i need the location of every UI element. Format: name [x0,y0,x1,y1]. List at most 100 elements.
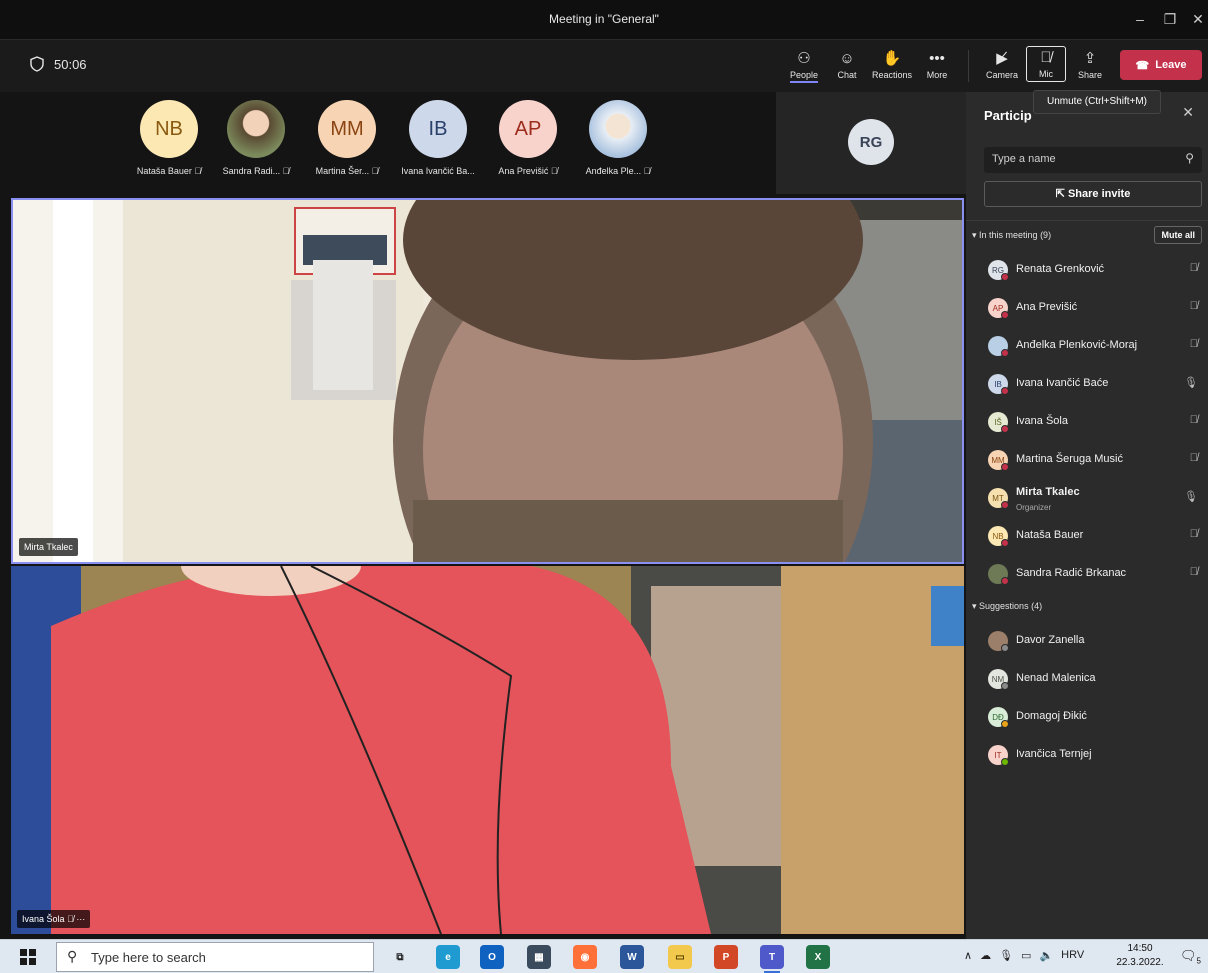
taskbar: ⚲ Type here to search ⧉ e O ▦ ◉ W ▭ P T X ∧ ☁ 🎙 ▭… [0,939,1208,973]
taskbar-search-input[interactable]: ⚲ Type here to search [56,942,374,972]
close-icon[interactable]: ✕ [1186,9,1208,29]
avatar-photo [227,100,285,158]
notification-count: 5 [1196,956,1201,966]
network-icon[interactable]: ▭ [1021,949,1031,962]
avatar: NB [140,100,198,158]
mic-on-icon[interactable]: 🎙 [1184,376,1198,389]
mute-all-button[interactable]: Mute all [1154,226,1202,244]
video-secondary[interactable]: Ivana Šola 🎙̸ ··· [11,566,964,934]
share-invite-button[interactable]: ⇱ Share invite [984,181,1202,207]
firefox-icon[interactable]: ◉ [573,945,597,969]
mic-off-icon[interactable]: 🎙̸ [1190,528,1198,540]
share-label: Share [1077,70,1103,80]
participant-tile[interactable]: Anđelka Ple... 🎙̸ [573,100,663,176]
reactions-icon: ✋ [882,50,902,67]
leave-button[interactable]: ☎ Leave [1120,50,1202,80]
video-main[interactable]: Mirta Tkalec [11,198,964,564]
participant-name: Ivana Ivančić Baće [1016,377,1109,389]
participant-tile[interactable]: Sandra Radi... 🎙̸ [211,100,301,176]
self-tile[interactable]: RG [776,92,966,194]
mic-off-icon[interactable]: 🎙̸ [1190,338,1198,350]
in-meeting-label: In this meeting (9) [979,230,1052,240]
onedrive-icon[interactable]: ☁ [980,949,991,962]
participant-name: Martina Šer... [315,166,370,176]
in-meeting-header[interactable]: ▾ In this meeting (9) [972,230,1051,241]
presence-status-icon [1001,577,1009,585]
participant-name: Mirta Tkalec [1016,486,1080,498]
participant-row[interactable]: MM Martina Šeruga Musić 🎙̸ [984,443,1206,473]
participant-row[interactable]: IŠ Ivana Šola 🎙̸ [984,405,1206,435]
participant-tile[interactable]: MM Martina Šer... 🎙̸ [302,100,392,176]
share-icon: ⇪ [1083,50,1097,67]
file-explorer-icon[interactable]: ▭ [668,945,692,969]
edge-icon[interactable]: e [436,945,460,969]
participant-name: Nataša Bauer [1016,529,1084,541]
participant-row[interactable]: Anđelka Plenković-Moraj 🎙̸ [984,329,1206,359]
participant-tile[interactable]: IB Ivana Ivančić Ba... [393,100,483,176]
panel-divider [966,220,1208,221]
suggestion-item[interactable]: Davor Zanella [984,624,1206,654]
video-name-tag: Mirta Tkalec [19,538,78,556]
minimize-icon[interactable]: – [1128,9,1152,29]
notification-icon[interactable]: 🗨5 [1180,948,1201,966]
presence-status-icon [1001,720,1009,728]
mic-off-icon[interactable]: 🎙̸ [1190,414,1198,426]
people-button[interactable]: ⚇ People [784,48,824,83]
search-icon: ⚲ [1185,151,1194,165]
teams-icon[interactable]: T [760,945,784,973]
mic-on-icon[interactable]: 🎙 [1184,490,1198,503]
participant-role: Organizer [1016,503,1052,512]
share-button[interactable]: ⇪ Share [1070,48,1110,80]
toolbar-divider [968,50,969,82]
volume-icon[interactable]: 🔈 [1039,949,1053,962]
reactions-button[interactable]: ✋ Reactions [872,48,912,80]
mic-off-icon[interactable]: 🎙̸ [1190,566,1198,578]
leave-label: Leave [1155,59,1187,71]
chat-button[interactable]: ☺ Chat [827,48,867,80]
more-button[interactable]: ••• More [917,48,957,80]
suggestion-item[interactable]: DĐ Domagoj Đikić [984,700,1206,730]
camera-off-icon: ▶̸ [996,50,1008,67]
calculator-icon[interactable]: ▦ [527,945,551,969]
presence-status-icon [1001,349,1009,357]
mic-off-icon[interactable]: 🎙̸ [1190,262,1198,274]
language-indicator[interactable]: HRV [1061,949,1084,962]
participants-panel: Particip ✕ Type a name ⚲ ⇱ Share invite … [966,92,1208,939]
suggestion-item[interactable]: NM Nenad Malenica [984,662,1206,692]
mic-off-icon: 🎙̸ [194,166,202,176]
participant-row[interactable]: RG Renata Grenković 🎙̸ [984,253,1206,283]
participant-row[interactable]: Sandra Radić Brkanac 🎙̸ [984,557,1206,587]
participant-row[interactable]: AP Ana Previšić 🎙̸ [984,291,1206,321]
more-options-icon[interactable]: ··· [76,914,85,924]
mic-off-icon[interactable]: 🎙̸ [1190,300,1198,312]
search-input[interactable]: Type a name ⚲ [984,147,1202,173]
task-view-icon[interactable]: ⧉ [388,945,412,969]
share-icon: ⇱ [1055,188,1065,200]
share-invite-label: Share invite [1067,188,1131,200]
participant-name: Nenad Malenica [1016,672,1096,684]
powerpoint-icon[interactable]: P [714,945,738,969]
windows-start-icon[interactable] [20,949,36,965]
microphone-icon[interactable]: 🎙 [999,949,1013,962]
excel-icon[interactable]: X [806,945,830,969]
suggestion-item[interactable]: IT Ivančica Ternjej [984,738,1206,768]
taskbar-search-placeholder: Type here to search [91,950,206,965]
participant-tile[interactable]: NB Nataša Bauer 🎙̸ [124,100,214,176]
participant-row[interactable]: IB Ivana Ivančić Baće 🎙 [984,367,1206,397]
clock[interactable]: 14:50 22.3.2022. [1110,942,1170,970]
chevron-up-icon[interactable]: ∧ [964,949,972,962]
word-icon[interactable]: W [620,945,644,969]
clock-date: 22.3.2022. [1116,957,1164,968]
participant-row[interactable]: NB Nataša Bauer 🎙̸ [984,519,1206,549]
presence-status-icon [1001,273,1009,281]
maximize-icon[interactable]: ❐ [1158,9,1182,29]
participant-tile[interactable]: AP Ana Previšić 🎙̸ [483,100,573,176]
suggestions-header[interactable]: ▾ Suggestions (4) [972,601,1042,612]
camera-button[interactable]: ▶̸ Camera [982,48,1022,80]
avatar: IB [409,100,467,158]
close-icon[interactable]: ✕ [1182,104,1194,121]
participant-row[interactable]: MT Mirta Tkalec Organizer 🎙 [984,481,1206,512]
mic-off-icon[interactable]: 🎙̸ [1190,452,1198,464]
outlook-icon[interactable]: O [480,945,504,969]
mic-button[interactable]: 🎙̸ Mic [1026,46,1066,82]
